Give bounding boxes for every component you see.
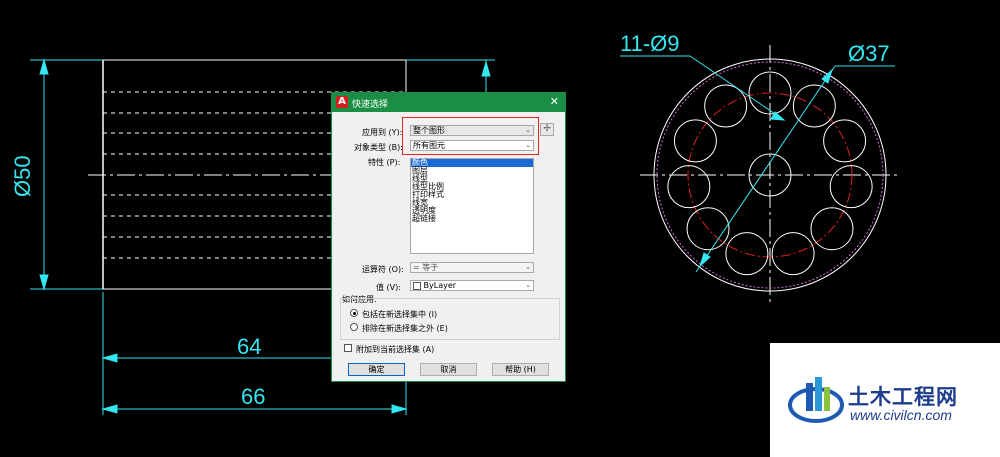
chevron-down-icon: ⌄ bbox=[525, 263, 531, 271]
bolt-hole bbox=[667, 165, 711, 209]
property-item[interactable]: 超链接 bbox=[411, 215, 533, 223]
property-item[interactable]: 颜色 bbox=[411, 159, 533, 167]
bolt-hole bbox=[704, 84, 748, 128]
operator-label: 运算符 (O): bbox=[362, 265, 404, 274]
include-radio[interactable] bbox=[350, 309, 358, 317]
select-objects-button[interactable]: ✢ bbox=[540, 123, 554, 136]
apply-to-label: 应用到 (Y): bbox=[362, 128, 403, 137]
exclude-radio[interactable] bbox=[350, 323, 358, 331]
operator-select[interactable]: = 等于 ⌄ bbox=[410, 262, 534, 273]
dim-diameter-50: Ø50 bbox=[10, 155, 35, 197]
dialog-titlebar[interactable]: A 快速选择 ✕ bbox=[332, 93, 565, 112]
chevron-down-icon: ⌄ bbox=[525, 281, 531, 289]
quick-select-dialog[interactable]: A 快速选择 ✕ 应用到 (Y): 整个图形 ⌄ ✢ 对象类型 (B): 所有图… bbox=[331, 92, 566, 382]
circle-dimensions bbox=[620, 55, 895, 273]
crosshair-icon: ✢ bbox=[543, 124, 551, 134]
circular-view bbox=[640, 45, 900, 305]
color-swatch-icon bbox=[413, 281, 421, 290]
dim-length-66: 66 bbox=[241, 384, 266, 409]
dim-diameter-37: Ø37 bbox=[848, 41, 890, 66]
properties-list[interactable]: 颜色 图层 线型 线型比例 打印样式 线宽 透明度 超链接 bbox=[410, 158, 534, 254]
dialog-title: 快速选择 bbox=[352, 100, 389, 110]
watermark-url: www.civilcn.com bbox=[850, 407, 952, 423]
watermark: 土木工程网 www.civilcn.com bbox=[770, 343, 1000, 457]
bolt-hole bbox=[823, 119, 867, 163]
how-to-apply-group: 包括在新选择集中 (I) 排除在新选择集之外 (E) bbox=[340, 298, 560, 340]
property-item[interactable]: 图层 bbox=[411, 167, 533, 175]
dim-length-64: 64 bbox=[237, 334, 262, 359]
operator-value: = 等于 bbox=[413, 263, 439, 272]
red-highlight-box bbox=[402, 117, 539, 155]
dim-holes: 11-Ø9 bbox=[620, 31, 680, 56]
bolt-hole bbox=[771, 232, 815, 276]
help-button[interactable]: 帮助 (H) bbox=[492, 363, 549, 376]
value-value: ByLayer bbox=[423, 281, 457, 290]
value-select[interactable]: ByLayer ⌄ bbox=[410, 280, 534, 291]
ok-button[interactable]: 确定 bbox=[348, 363, 405, 376]
include-label[interactable]: 包括在新选择集中 (I) bbox=[362, 309, 437, 320]
cancel-button[interactable]: 取消 bbox=[420, 363, 477, 376]
append-checkbox[interactable] bbox=[344, 344, 352, 352]
property-item[interactable]: 打印样式 bbox=[411, 191, 533, 199]
object-type-label: 对象类型 (B): bbox=[354, 143, 403, 152]
properties-label: 特性 (P): bbox=[368, 158, 401, 167]
append-label[interactable]: 附加到当前选择集 (A) bbox=[356, 344, 434, 355]
exclude-label[interactable]: 排除在新选择集之外 (E) bbox=[362, 323, 448, 334]
close-icon[interactable]: ✕ bbox=[550, 96, 559, 108]
civilcn-logo-icon bbox=[788, 377, 844, 423]
bolt-hole bbox=[829, 165, 873, 209]
value-label: 值 (V): bbox=[376, 283, 401, 292]
autocad-app-icon: A bbox=[336, 96, 348, 108]
